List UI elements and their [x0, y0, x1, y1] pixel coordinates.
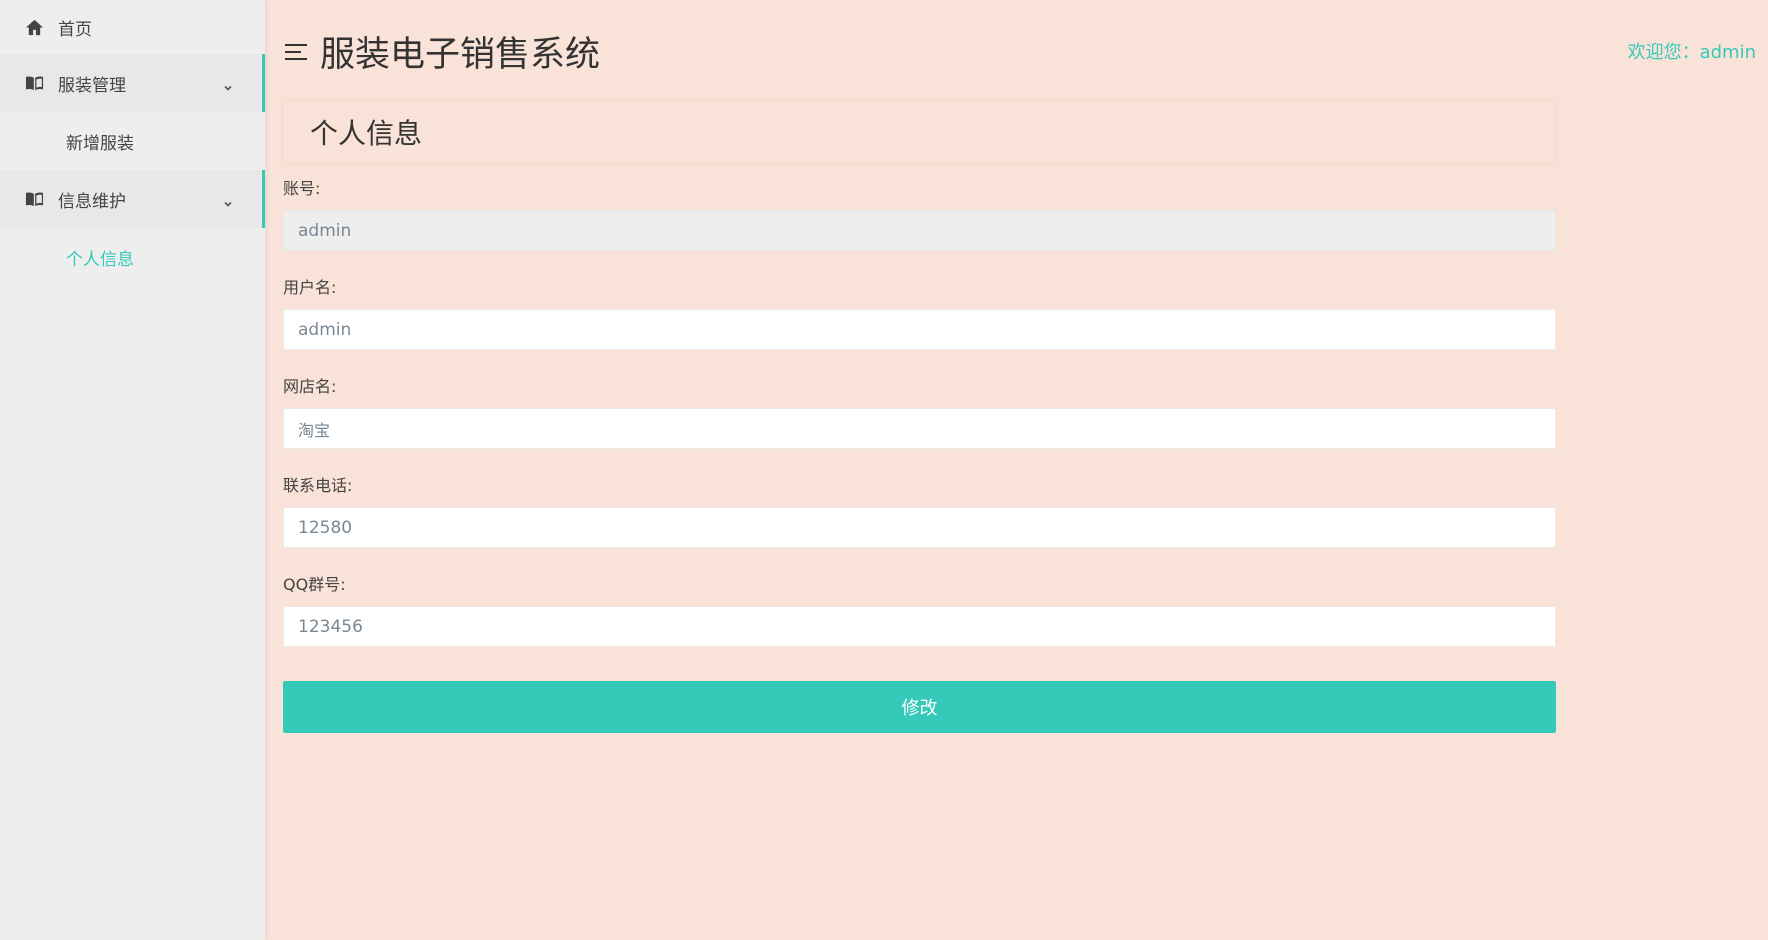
chevron-down-icon: [223, 78, 233, 91]
username-field[interactable]: [283, 309, 1556, 350]
account-field[interactable]: [283, 210, 1556, 251]
sidebar-group-clothing-management[interactable]: 服装管理: [0, 54, 265, 112]
personal-info-form: 账号: 用户名: 网店名: 联系电话: QQ群号: 修改: [282, 164, 1556, 733]
account-label: 账号:: [283, 179, 321, 198]
shop-name-label: 网店名:: [283, 377, 337, 396]
book-icon: [24, 73, 44, 93]
book-icon: [24, 189, 44, 209]
qq-group-field[interactable]: [283, 606, 1556, 647]
sidebar-item-label: 首页: [58, 19, 92, 40]
welcome-user[interactable]: 欢迎您：admin: [1628, 38, 1756, 64]
sidebar-group-label: 信息维护: [58, 191, 126, 212]
chevron-down-icon: [223, 194, 233, 207]
app-title: 服装电子销售系统: [320, 35, 601, 75]
phone-field[interactable]: [283, 507, 1556, 548]
sidebar-item-home[interactable]: 首页: [0, 0, 265, 54]
menu-toggle-icon[interactable]: [285, 44, 307, 60]
shop-name-field[interactable]: [283, 408, 1556, 449]
phone-label: 联系电话:: [283, 476, 353, 495]
personal-info-panel: 个人信息 账号: 用户名: 网店名: 联系电话: QQ群号: 修改: [282, 100, 1556, 733]
sidebar-group-label: 服装管理: [58, 75, 126, 96]
sidebar-item-add-clothing[interactable]: 新增服装: [0, 112, 265, 170]
top-header: 服装电子销售系统 欢迎您：admin: [265, 0, 1768, 100]
sidebar-group-info-maintenance[interactable]: 信息维护: [0, 170, 265, 228]
qq-group-label: QQ群号:: [283, 575, 346, 594]
modify-button[interactable]: 修改: [283, 681, 1556, 733]
home-icon: [24, 17, 44, 37]
username-label: 用户名:: [283, 278, 337, 297]
sidebar: 首页 服装管理 新增服装 信息维护 个人信息: [0, 0, 265, 940]
panel-title: 个人信息: [282, 100, 1556, 164]
sidebar-item-personal-info[interactable]: 个人信息: [0, 228, 265, 286]
